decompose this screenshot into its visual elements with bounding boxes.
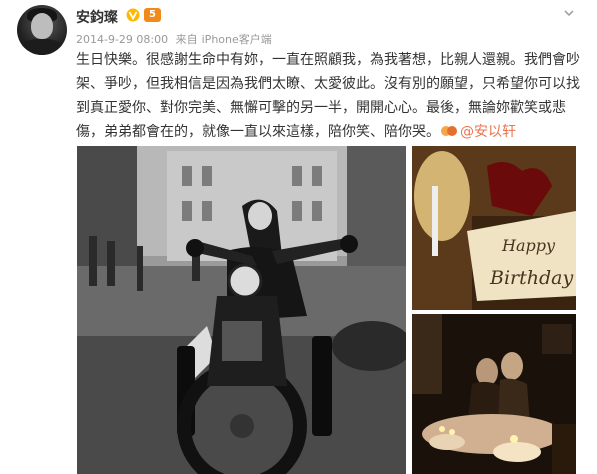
author-avatar[interactable] <box>17 5 67 55</box>
member-level: 5 <box>149 9 156 20</box>
photo-motorcycle[interactable] <box>77 146 406 474</box>
source-prefix: 来自 <box>175 33 198 46</box>
crown-icon[interactable]: 5 <box>144 8 161 22</box>
author-name[interactable]: 安鈞璨 <box>76 7 118 27</box>
mention-icon <box>441 126 457 136</box>
photo-birthday-cake[interactable]: Happy Birthday <box>412 146 576 310</box>
post-meta: 2014-9-29 08:00 来自 iPhone客户端 <box>76 31 276 47</box>
cake-scene: Happy Birthday <box>412 146 576 310</box>
v-badge-icon[interactable] <box>126 8 140 22</box>
post-text: 生日快樂。很感謝生命中有妳，一直在照顧我，為我著想，比親人還親。我們會吵架、爭吵… <box>76 48 581 144</box>
mention-link[interactable]: @安以轩 <box>460 124 516 140</box>
photo-couple[interactable] <box>412 314 576 474</box>
motorcycle-scene <box>77 146 406 474</box>
chevron-down-icon[interactable] <box>562 6 578 22</box>
avatar-face <box>31 13 53 39</box>
couple-scene <box>412 314 576 474</box>
cake-text-happy: Happy <box>501 236 556 255</box>
avatar-body <box>21 39 63 55</box>
post-source[interactable]: iPhone客户端 <box>202 33 272 46</box>
cake-text-birthday: Birthday <box>489 267 573 289</box>
post-time[interactable]: 2014-9-29 08:00 <box>76 33 168 46</box>
